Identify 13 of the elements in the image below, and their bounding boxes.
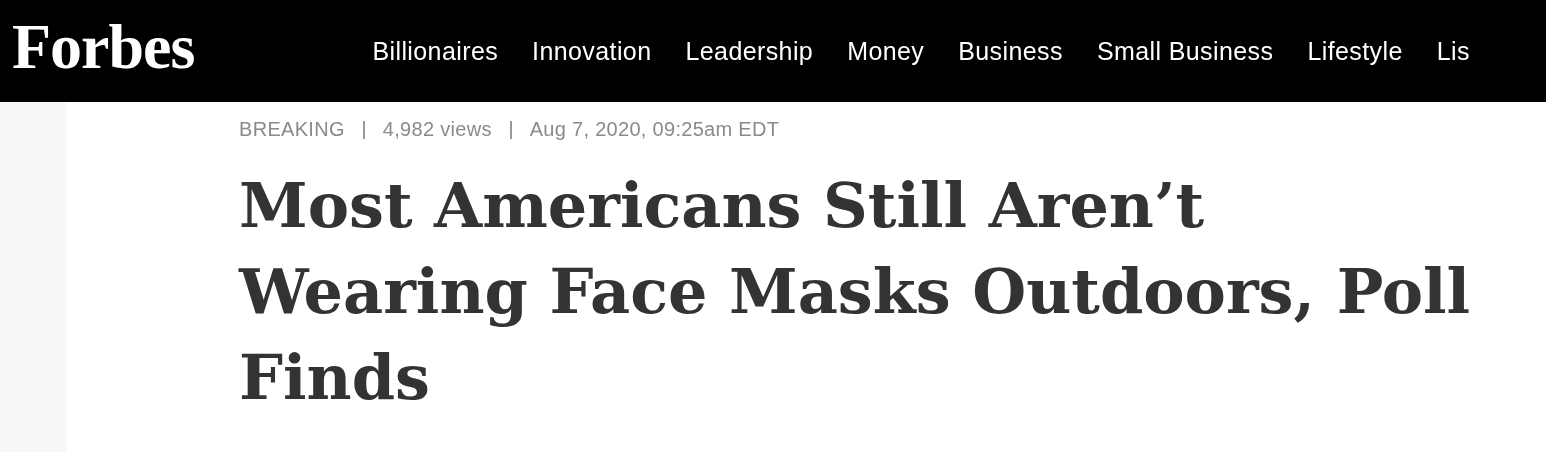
nav-link[interactable]: Small Business [1096,36,1274,66]
nav-link[interactable]: Money [847,36,925,66]
nav-link[interactable]: Billionaires [372,36,499,66]
article-headline: Most Americans Still Aren’t Wearing Face Masks Outdoors, Poll Finds [239,168,1472,416]
site-logo[interactable]: Forbes [12,15,195,87]
article-meta: BREAKING [239,118,345,141]
nav-link[interactable]: Innovation [532,36,652,66]
nav-link[interactable]: Lifestyle [1307,36,1403,66]
nav-link[interactable]: Leadership [685,36,814,66]
article-meta: 4,982 views [382,118,492,141]
nav-link[interactable]: Lis [1436,36,1470,66]
article-meta: Aug 7, 2020, 09:25am EDT [529,118,780,141]
nav-link[interactable]: Business [958,36,1063,66]
